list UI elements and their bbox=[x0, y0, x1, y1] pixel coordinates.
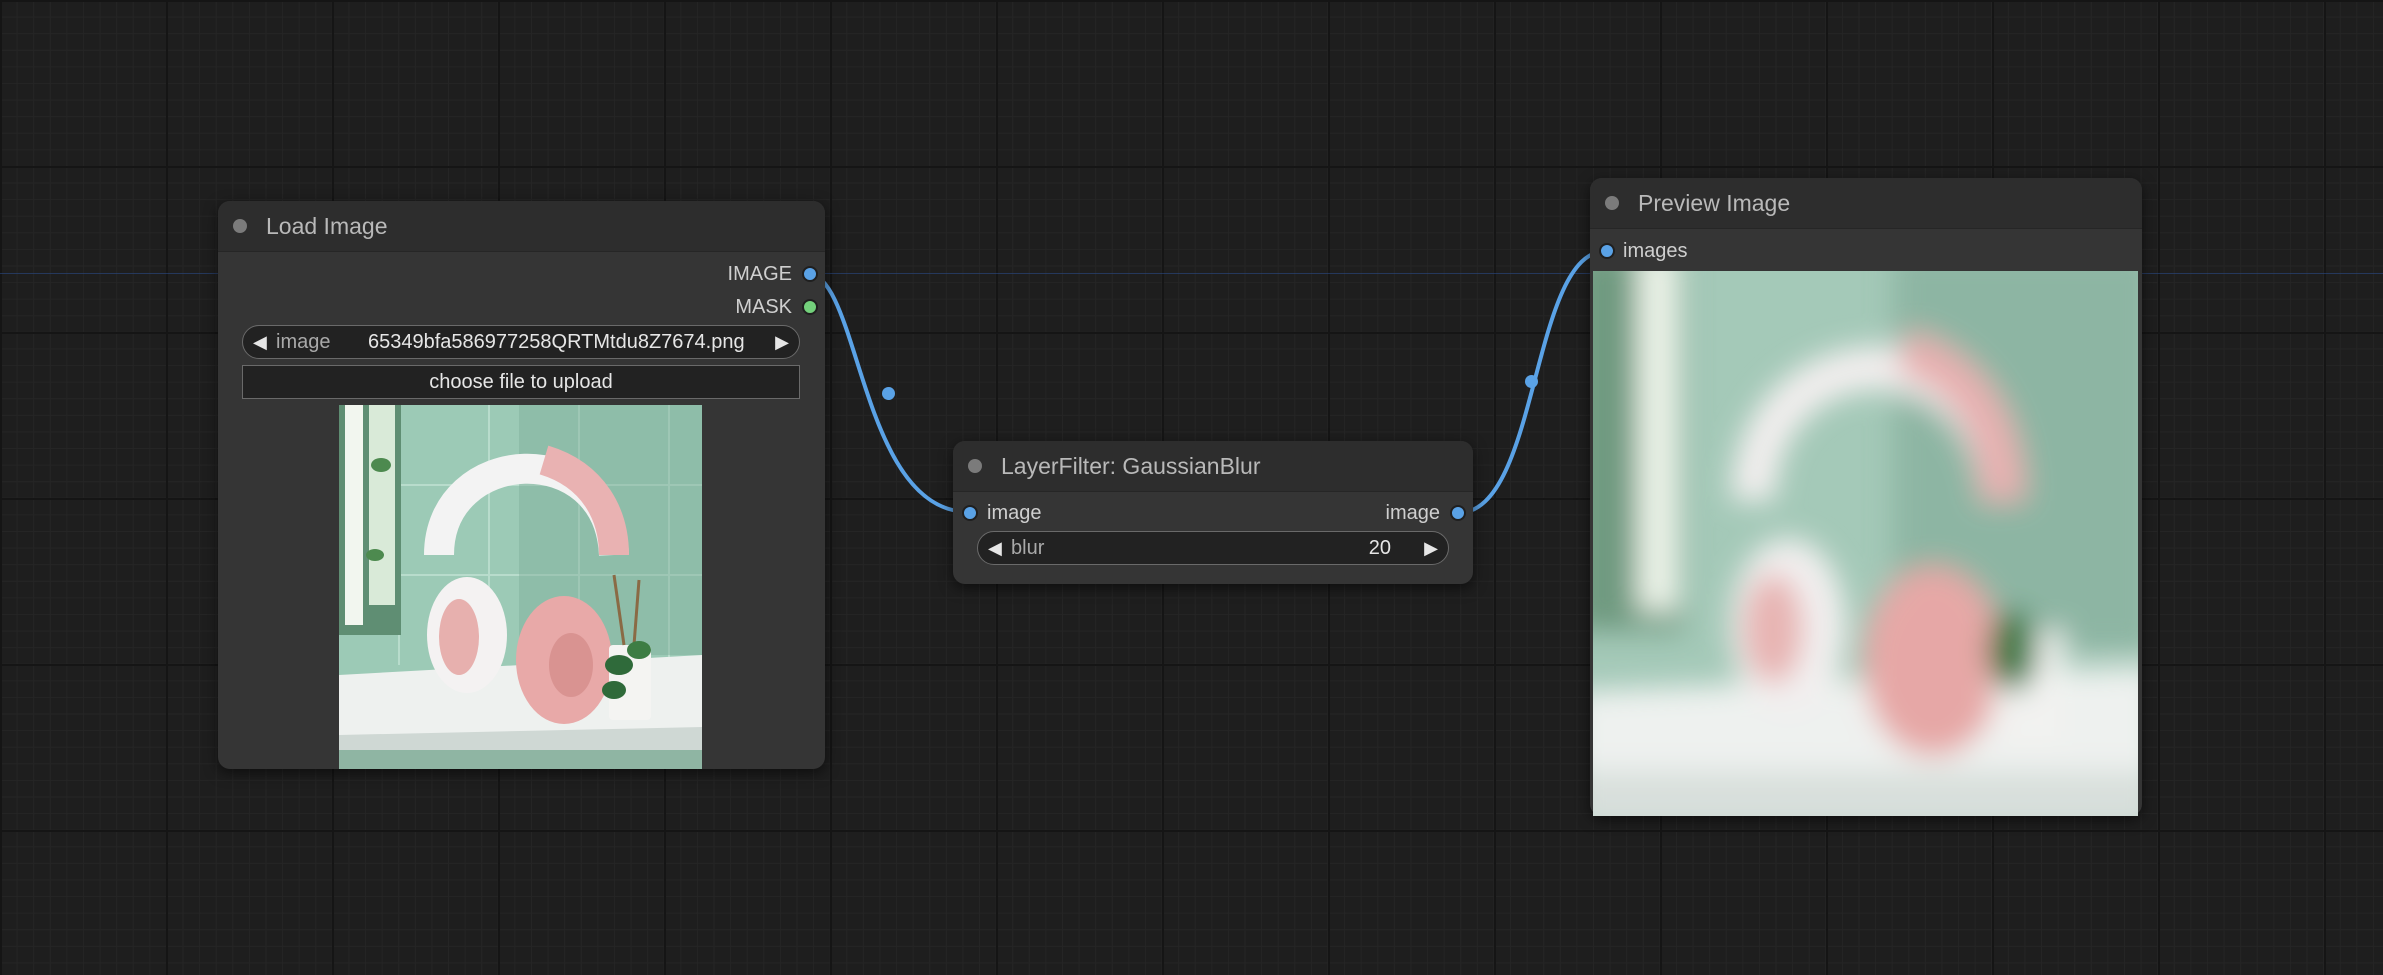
increment-arrow-icon[interactable]: ▶ bbox=[1424, 538, 1438, 559]
decrement-arrow-icon[interactable]: ◀ bbox=[988, 538, 1002, 559]
output-label-image: image bbox=[1385, 502, 1440, 524]
combo-right-arrow-icon[interactable]: ▶ bbox=[775, 332, 789, 353]
preview-image-node[interactable]: Preview Image images bbox=[1590, 178, 2142, 816]
combo-left-arrow-icon[interactable]: ◀ bbox=[253, 332, 267, 353]
node-collapse-dot[interactable] bbox=[1605, 196, 1619, 210]
input-slot-images[interactable] bbox=[1599, 243, 1615, 259]
link-midpoint-handle[interactable] bbox=[882, 387, 895, 400]
node-collapse-dot[interactable] bbox=[968, 459, 982, 473]
output-label-image: IMAGE bbox=[727, 263, 792, 285]
input-slot-image[interactable] bbox=[962, 505, 978, 521]
number-value: 20 bbox=[1368, 537, 1391, 559]
gaussian-blur-node[interactable]: LayerFilter: GaussianBlur image image ◀ … bbox=[953, 441, 1473, 584]
node-title-bar[interactable]: LayerFilter: GaussianBlur bbox=[953, 441, 1473, 492]
node-collapse-dot[interactable] bbox=[233, 219, 247, 233]
blurred-image-preview bbox=[1593, 271, 2138, 816]
load-image-node[interactable]: Load Image IMAGE MASK ◀ image 65349bfa58… bbox=[218, 201, 825, 769]
loaded-image-preview bbox=[339, 405, 702, 769]
node-title-bar[interactable]: Load Image bbox=[218, 201, 825, 252]
output-slot-image[interactable] bbox=[1450, 505, 1466, 521]
output-slot-mask[interactable] bbox=[802, 299, 818, 315]
combo-value: 65349bfa586977258QRTMtdu8Z7674.png bbox=[368, 331, 745, 353]
node-title: Preview Image bbox=[1638, 190, 1791, 216]
node-title: Load Image bbox=[266, 213, 388, 239]
node-title-bar[interactable]: Preview Image bbox=[1590, 178, 2142, 229]
input-label-image: image bbox=[987, 502, 1042, 524]
link-midpoint-handle[interactable] bbox=[1525, 375, 1538, 388]
input-label-images: images bbox=[1623, 240, 1688, 262]
headphones-photo bbox=[339, 405, 702, 769]
number-name: blur bbox=[1011, 537, 1045, 559]
output-slot-image[interactable] bbox=[802, 266, 818, 282]
upload-button[interactable]: choose file to upload bbox=[242, 365, 800, 399]
image-combo-widget[interactable]: ◀ image 65349bfa586977258QRTMtdu8Z7674.p… bbox=[242, 325, 800, 359]
output-label-mask: MASK bbox=[735, 296, 792, 318]
node-title: LayerFilter: GaussianBlur bbox=[1001, 453, 1261, 479]
blur-number-widget[interactable]: ◀ blur 20 ▶ bbox=[977, 531, 1449, 565]
combo-name: image bbox=[276, 331, 331, 353]
blurred-headphones-photo bbox=[1593, 271, 2138, 816]
